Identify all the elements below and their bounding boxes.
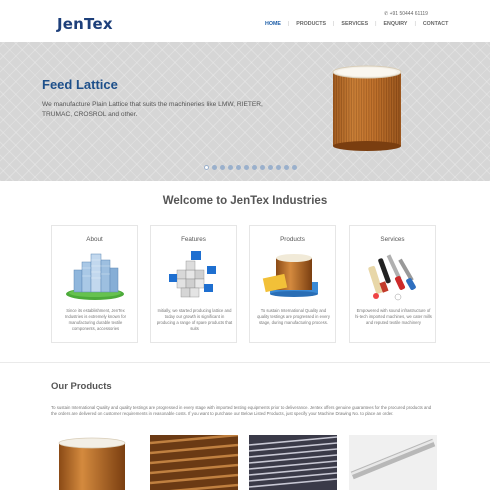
slider-dot[interactable]	[244, 165, 249, 170]
buildings-icon	[66, 253, 124, 300]
products-description: To sustain International Quality and qua…	[51, 405, 432, 417]
welcome-heading: Welcome to JenTex Industries	[162, 195, 328, 207]
nav-separator: |	[287, 21, 290, 27]
card-title: Features	[181, 236, 206, 243]
card-description: Since its establishment, JenTex Industri…	[65, 308, 126, 331]
lattice-roll-icon	[262, 254, 318, 297]
products-heading: Our Products	[51, 381, 112, 392]
nav-services[interactable]: SERVICES	[341, 21, 368, 27]
nav-separator: |	[414, 21, 416, 27]
slider-dot[interactable]	[252, 165, 257, 170]
nav-products[interactable]: PRODUCTS	[296, 21, 326, 27]
nav-separator: |	[375, 21, 377, 27]
card-title: Products	[280, 236, 305, 243]
phone-number: ✆ +91 50444 61119	[384, 11, 428, 17]
product-thumb-metal-slats[interactable]	[249, 435, 337, 490]
slider-dot[interactable]	[276, 165, 281, 170]
phone-icon: ✆	[384, 11, 389, 17]
nav-contact[interactable]: CONTACT	[423, 21, 449, 27]
card-title: About	[86, 236, 103, 243]
hero-slider[interactable]: Feed Lattice We manufacture Plain Lattic…	[0, 42, 490, 181]
card-description: Empowered with sound infrastructure of h…	[355, 308, 432, 325]
main-nav: HOME | PRODUCTS | SERVICES | ENQUIRY | C…	[265, 21, 448, 27]
nav-home[interactable]: HOME	[265, 21, 281, 27]
card-description: To sustain International Quality and qua…	[257, 308, 330, 325]
product-thumb-wooden-slats[interactable]	[150, 435, 238, 490]
section-divider	[0, 362, 490, 363]
hero-title: Feed Lattice	[42, 77, 118, 92]
slider-dot[interactable]	[212, 165, 217, 170]
slider-dot[interactable]	[236, 165, 241, 170]
site-logo[interactable]: JenTex	[57, 15, 113, 33]
lattice-roll-image	[332, 65, 402, 151]
nav-separator: |	[333, 21, 335, 27]
hero-description: We manufacture Plain Lattice that suits …	[42, 101, 263, 118]
card-services[interactable]: Services Empowered with sound infrastruc…	[349, 225, 436, 343]
slider-dot[interactable]	[260, 165, 265, 170]
slider-pagination	[204, 165, 297, 170]
slider-dot[interactable]	[228, 165, 233, 170]
product-thumb-steel-rod[interactable]	[349, 435, 437, 490]
cubes-icon	[169, 251, 216, 298]
phone-text: +91 50444 61119	[389, 11, 428, 17]
slider-dot[interactable]	[220, 165, 225, 170]
card-products[interactable]: Products To sustain International Qualit…	[249, 225, 336, 343]
card-title: Services	[380, 236, 405, 243]
slider-dot[interactable]	[284, 165, 289, 170]
card-features[interactable]: Features Initially, we started producing…	[150, 225, 237, 343]
tools-icon	[368, 254, 416, 301]
site-header: JenTex ✆ +91 50444 61119 HOME | PRODUCTS…	[0, 0, 490, 42]
feature-cards: About Since its establishment, JenTex In…	[51, 225, 437, 343]
card-description: Initially, we started producing lattice …	[156, 308, 233, 331]
product-thumb-lattice-roll[interactable]	[51, 435, 139, 490]
slider-dot[interactable]	[292, 165, 297, 170]
slider-dot[interactable]	[204, 165, 209, 170]
product-thumbnails	[51, 435, 437, 490]
nav-enquiry[interactable]: ENQUIRY	[384, 21, 408, 27]
slider-dot[interactable]	[268, 165, 273, 170]
card-about[interactable]: About Since its establishment, JenTex In…	[51, 225, 138, 343]
